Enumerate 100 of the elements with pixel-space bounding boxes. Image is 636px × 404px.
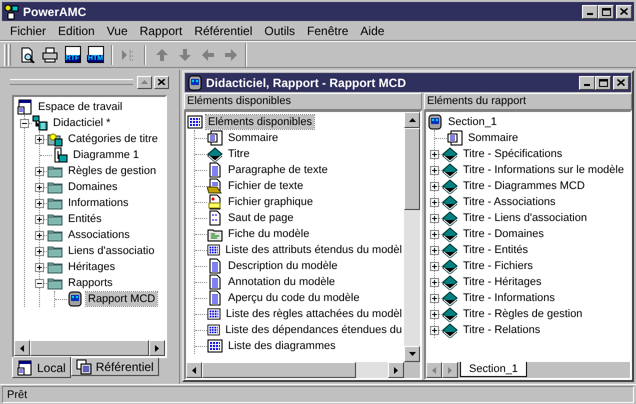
minimize-icon: [587, 13, 593, 15]
tree-item[interactable]: Sommaire: [466, 131, 520, 145]
book-icon: [442, 162, 458, 178]
close-icon: [620, 8, 628, 15]
tree-item[interactable]: Diagramme 1: [71, 148, 142, 162]
book-icon: [442, 322, 458, 338]
tree-item[interactable]: Espace de travail: [36, 100, 124, 114]
tree-item[interactable]: Titre - Diagrammes MCD: [461, 179, 587, 193]
tree-item[interactable]: Liste des attributs étendus du modèl: [223, 243, 404, 257]
tab[interactable]: Section_1: [460, 362, 527, 377]
tree-item[interactable]: Héritages: [66, 260, 118, 274]
close-button[interactable]: [154, 76, 169, 88]
tree-item[interactable]: Eléments disponibles: [206, 115, 314, 129]
up-triangle-icon: [141, 80, 148, 84]
minimize-button[interactable]: [582, 4, 598, 18]
collapse-button[interactable]: [137, 76, 152, 88]
tab[interactable]: Local: [12, 357, 71, 378]
folder-icon: [47, 131, 63, 147]
tree-item[interactable]: Titre - Règles de gestion: [461, 307, 584, 321]
book-icon: [442, 210, 458, 226]
tree-item[interactable]: Paragraphe de texte: [226, 163, 330, 177]
menu-item[interactable]: Fenêtre: [301, 22, 354, 40]
tree-item[interactable]: Informations: [66, 196, 131, 210]
menu-item[interactable]: Edition: [52, 22, 101, 40]
scroll-up-button[interactable]: [404, 112, 420, 128]
scroll-right-button[interactable]: [388, 362, 404, 378]
tree-item[interactable]: Domaines: [66, 180, 120, 194]
pane-header: Eléments disponibles: [184, 93, 422, 110]
menu-item[interactable]: Outils: [258, 22, 302, 40]
minimize-button[interactable]: [579, 76, 595, 90]
tree-item[interactable]: Section_1: [446, 115, 499, 129]
tree-item[interactable]: Liste des dépendances étendues du: [223, 323, 404, 337]
tree-item[interactable]: Description du modèle: [226, 259, 340, 273]
tree-item[interactable]: Fichier de texte: [226, 179, 306, 193]
tree-item[interactable]: Titre - Liens d'association: [461, 211, 589, 225]
tree-item[interactable]: Aperçu du code du modèle: [226, 291, 362, 305]
tree-item[interactable]: Catégories de titre: [66, 132, 160, 146]
tree-item[interactable]: Liste des règles attachées du modèl: [224, 307, 404, 321]
tab[interactable]: Référentiel: [70, 358, 159, 376]
tree-item[interactable]: Rapports: [66, 276, 115, 290]
menu-item[interactable]: Fichier: [4, 22, 52, 40]
tree-item[interactable]: Annotation du modèle: [226, 275, 338, 289]
table-icon: [207, 306, 221, 322]
close-button[interactable]: [613, 76, 629, 90]
tree-item[interactable]: Titre - Spécifications: [461, 147, 564, 161]
close-button[interactable]: [616, 4, 632, 18]
diagram-icon: [52, 147, 68, 163]
preview-icon: [18, 46, 34, 62]
report-icon: [187, 74, 203, 90]
tree-item[interactable]: Règles de gestion: [66, 164, 158, 178]
tree-item[interactable]: Didacticiel *: [51, 116, 112, 130]
book-icon: [442, 306, 458, 322]
tab-scroll-right-button[interactable]: [442, 362, 458, 378]
tree-item[interactable]: Liste des diagrammes: [226, 339, 338, 353]
tree-item[interactable]: Entités: [66, 212, 104, 226]
close-icon: [617, 79, 625, 86]
tree-item[interactable]: Liens d'associatio: [66, 244, 156, 258]
tree-item[interactable]: Fichier graphique: [226, 195, 315, 209]
maximize-icon: [598, 78, 608, 86]
menu-item[interactable]: Référentiel: [188, 22, 258, 40]
tree-item[interactable]: Titre - Héritages: [461, 275, 544, 289]
scrollbar-thumb[interactable]: [404, 128, 420, 210]
tree-item[interactable]: Fiche du modèle: [226, 227, 312, 241]
window-title: Didacticiel, Rapport - Rapport MCD: [206, 74, 408, 92]
scrollbar-thumb[interactable]: [202, 362, 356, 378]
pane-header: Eléments du rapport: [424, 93, 632, 110]
book-icon: [442, 290, 458, 306]
tree-item[interactable]: Titre - Informations sur le modèle: [461, 163, 626, 177]
tree-item[interactable]: Titre - Entités: [461, 243, 530, 257]
triangle-icon: [155, 344, 159, 352]
maximize-button[interactable]: [598, 4, 614, 18]
tree-item[interactable]: Titre: [226, 147, 252, 161]
tree-item[interactable]: Associations: [66, 228, 132, 242]
scrollbar-thumb[interactable]: [30, 340, 149, 356]
table-icon: [207, 322, 220, 338]
tree-item[interactable]: Titre - Relations: [461, 323, 542, 337]
tree-item[interactable]: Titre - Associations: [461, 195, 558, 209]
right-arrow-icon: [222, 46, 238, 62]
maximize-icon: [602, 8, 610, 16]
scroll-left-button[interactable]: [186, 362, 202, 378]
scroll-left-button[interactable]: [14, 340, 30, 356]
tab-scroll-left-button[interactable]: [426, 362, 442, 378]
scroll-down-button[interactable]: [404, 346, 420, 362]
tree-item[interactable]: Titre - Domaines: [461, 227, 546, 241]
menu-item[interactable]: Rapport: [134, 22, 188, 40]
maximize-button[interactable]: [595, 76, 611, 90]
table-icon: [187, 114, 203, 130]
summary-icon: [207, 130, 223, 146]
workspace-icon: [17, 360, 33, 376]
document-icon: [207, 162, 223, 178]
tree-item[interactable]: Saut de page: [226, 211, 296, 225]
tree-item[interactable]: Sommaire: [226, 131, 280, 145]
scroll-right-button[interactable]: [149, 340, 165, 356]
down-arrow-icon: [176, 46, 192, 62]
menu-item[interactable]: Aide: [354, 22, 390, 40]
tree-item[interactable]: Titre - Informations: [461, 291, 557, 305]
tree-item[interactable]: Rapport MCD: [86, 292, 158, 306]
menu-item[interactable]: Vue: [100, 22, 134, 40]
triangle-icon: [408, 352, 416, 356]
tree-item[interactable]: Titre - Fichiers: [461, 259, 535, 273]
